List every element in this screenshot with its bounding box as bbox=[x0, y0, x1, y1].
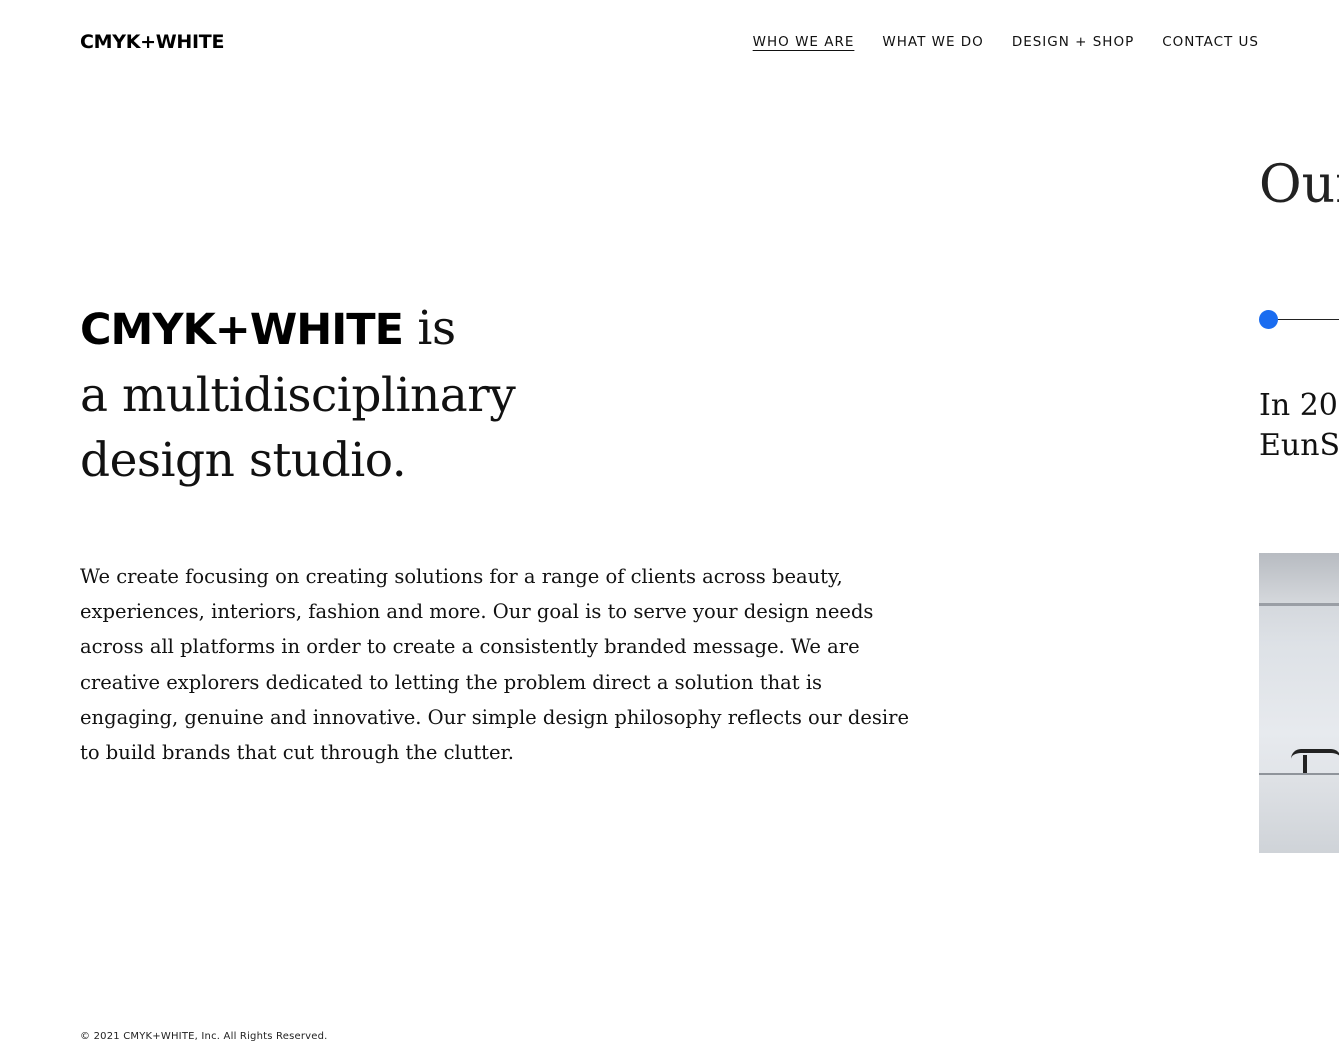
hero-line-3: design studio. bbox=[80, 433, 407, 488]
main-nav: WHO WE ARE WHAT WE DO DESIGN + SHOP CONT… bbox=[753, 32, 1259, 52]
side-text-line-1: In 200 bbox=[1259, 388, 1339, 423]
photo-rail bbox=[1259, 603, 1339, 606]
hero-logo: CMYK+WHITE bbox=[80, 305, 404, 355]
footer-copyright: © 2021 CMYK+WHITE, Inc. All Rights Reser… bbox=[80, 1031, 328, 1042]
hero-line-1: CMYK+WHITE is bbox=[80, 296, 600, 363]
photo-lower bbox=[1259, 775, 1339, 853]
hero-heading: CMYK+WHITE is a multidisciplinary design… bbox=[80, 296, 600, 493]
side-text-line-2: EunSu bbox=[1259, 428, 1339, 463]
hero-line-1-suffix: is bbox=[402, 301, 456, 356]
hero-line-2: a multidisciplinary bbox=[80, 368, 516, 423]
side-heading: Our bbox=[1259, 155, 1339, 215]
side-text: In 200 EunSu bbox=[1259, 386, 1339, 466]
photo-chair bbox=[1291, 749, 1339, 769]
nav-what-we-do[interactable]: WHAT WE DO bbox=[882, 32, 983, 52]
office-photo bbox=[1259, 553, 1339, 853]
site-logo[interactable]: CMYK+WHITE bbox=[80, 31, 224, 53]
timeline-dot[interactable] bbox=[1259, 310, 1278, 329]
nav-who-we-are[interactable]: WHO WE ARE bbox=[753, 32, 855, 52]
nav-contact-us[interactable]: CONTACT US bbox=[1162, 32, 1259, 52]
nav-design-shop[interactable]: DESIGN + SHOP bbox=[1012, 32, 1134, 52]
photo-ceiling bbox=[1259, 553, 1339, 603]
timeline-line bbox=[1273, 319, 1339, 320]
about-paragraph: We create focusing on creating solutions… bbox=[80, 565, 910, 765]
photo-chair-leg bbox=[1303, 755, 1307, 773]
timeline bbox=[1259, 310, 1339, 330]
